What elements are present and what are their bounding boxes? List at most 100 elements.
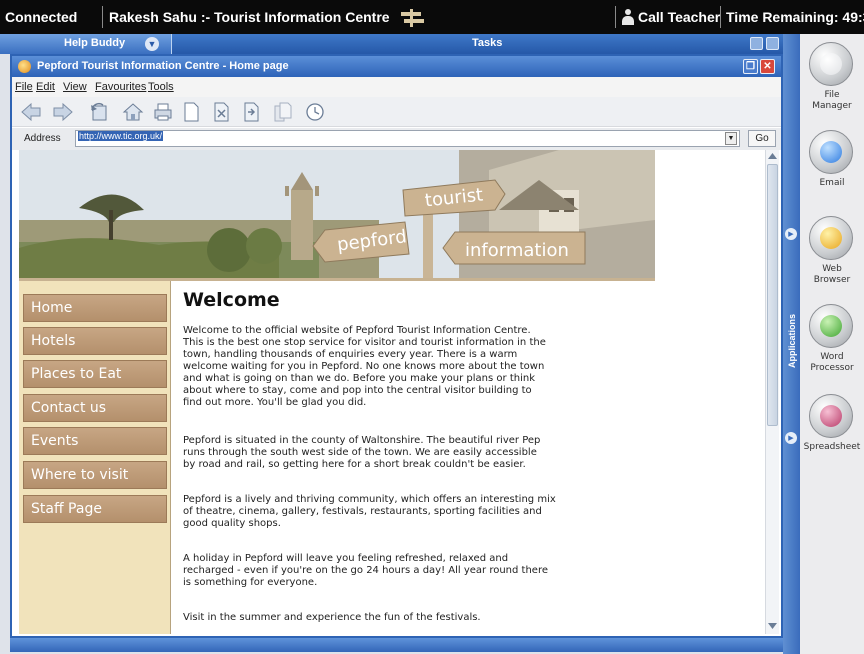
forward-icon[interactable]: [52, 101, 74, 123]
nav-contact-us[interactable]: Contact us: [23, 394, 167, 422]
site-nav: Home Hotels Places to Eat Contact us Eve…: [19, 281, 170, 634]
status-bar: Connected Rakesh Sahu :- Tourist Informa…: [0, 0, 864, 34]
nav-places-to-eat[interactable]: Places to Eat: [23, 360, 167, 388]
header-banner: pepford tourist information: [19, 150, 655, 278]
address-input[interactable]: http://www.tic.org.uk/: [75, 130, 740, 147]
go-button[interactable]: Go: [748, 130, 776, 147]
app-label: Spreadsheet: [803, 442, 861, 452]
applications-panel: File Manager Email Web Browser Word Process…: [800, 34, 864, 654]
back-icon[interactable]: [20, 101, 42, 123]
window-titlebar: Pepford Tourist Information Centre - Hom…: [12, 56, 781, 77]
menu-favourites[interactable]: Favourites: [95, 81, 146, 93]
text-line: A holiday in Pepford will leave you feel…: [183, 553, 509, 564]
word-processor-icon: [809, 304, 853, 348]
window-restore-icon[interactable]: ❐: [743, 59, 758, 74]
copy-page-icon[interactable]: [272, 101, 294, 123]
applications-label: Applications: [787, 313, 797, 368]
text-line: find out more. You'll be glad you did.: [183, 397, 367, 408]
browser-toolbar: [12, 97, 781, 127]
nav-where-to-visit[interactable]: Where to visit: [23, 461, 167, 489]
session-title-text: Rakesh Sahu :- Tourist Information Centr…: [109, 9, 390, 25]
applications-tab[interactable]: Applications: [783, 34, 800, 654]
text-line: about where to stay, come and pop into t…: [183, 385, 532, 396]
nav-staff-page[interactable]: Staff Page: [23, 495, 167, 523]
menu-view[interactable]: View: [63, 81, 87, 93]
text-line: Pepford is situated in the county of Wal…: [183, 435, 541, 446]
scroll-down-icon[interactable]: [768, 623, 777, 629]
app-label: Web Browser: [813, 264, 851, 285]
page-heading: Welcome: [183, 289, 280, 311]
tasks-restore-icon[interactable]: [750, 37, 763, 50]
refresh-icon[interactable]: [88, 101, 110, 123]
print-icon[interactable]: [152, 101, 174, 123]
call-teacher-button[interactable]: Call Teacher: [638, 0, 720, 34]
text-line: recharged - even if you're on the go 24 …: [183, 565, 549, 576]
help-buddy-label: Help Buddy: [64, 37, 126, 49]
file-manager-icon: [809, 42, 853, 86]
address-label: Address: [24, 133, 61, 144]
save-page-icon[interactable]: [240, 101, 262, 123]
nav-events[interactable]: Events: [23, 427, 167, 455]
app-label: File Manager: [812, 90, 852, 111]
page-scrollbar[interactable]: [765, 150, 779, 634]
address-dropdown-icon[interactable]: ▼: [725, 132, 737, 145]
text-line: Visit in the summer and experience the f…: [183, 612, 481, 623]
paragraph-location: Pepford is situated in the county of Wal…: [183, 435, 595, 471]
text-line: by road and rail, so getting here for a …: [183, 459, 526, 470]
nav-hotels[interactable]: Hotels: [23, 327, 167, 355]
window-title: Pepford Tourist Information Centre - Hom…: [37, 60, 289, 72]
paragraph-community: Pepford is a lively and thriving communi…: [183, 494, 595, 530]
help-buddy-tab[interactable]: Help Buddy ▼: [0, 34, 172, 54]
app-label: Email: [819, 178, 845, 188]
teacher-icon: [622, 9, 634, 25]
banner-illustration: pepford tourist information: [19, 150, 655, 278]
expand-arrow-icon[interactable]: ▶: [785, 432, 797, 444]
nav-divider: [170, 281, 171, 634]
browser-globe-icon: [18, 60, 31, 73]
home-icon[interactable]: [122, 101, 144, 123]
nav-home[interactable]: Home: [23, 294, 167, 322]
scroll-up-icon[interactable]: [768, 153, 777, 159]
new-page-icon[interactable]: [180, 101, 202, 123]
app-label: Word Processor: [810, 352, 854, 373]
signpost-icon: [399, 9, 425, 28]
text-line: good quality shops.: [183, 518, 281, 529]
desktop: Connected Rakesh Sahu :- Tourist Informa…: [0, 0, 864, 654]
text-line: is something for everyone.: [183, 577, 318, 588]
menu-edit[interactable]: Edit: [36, 81, 55, 93]
tasks-maximize-icon[interactable]: [766, 37, 779, 50]
browser-window: Pepford Tourist Information Centre - Hom…: [10, 54, 783, 638]
help-buddy-dropdown-icon[interactable]: ▼: [145, 37, 159, 51]
text-line: welcome waiting for you in Pepford. No o…: [183, 361, 545, 372]
text-line: This is the best one stop service for vi…: [183, 337, 546, 348]
tasks-label: Tasks: [472, 37, 503, 49]
expand-arrow-icon[interactable]: ▶: [785, 228, 797, 240]
address-bar: Address http://www.tic.org.uk/ ▼ Go: [12, 128, 781, 150]
text-line: runs through the south west side of the …: [183, 447, 537, 458]
text-line: of theatre, cinema, gallery, festivals, …: [183, 506, 542, 517]
email-icon: [809, 130, 853, 174]
page-viewport: pepford tourist information Home Hotels …: [12, 150, 781, 634]
connection-status: Connected: [5, 9, 78, 25]
history-icon[interactable]: [304, 101, 326, 123]
menu-bar: File Edit View Favourites Tools: [12, 77, 781, 97]
time-remaining: Time Remaining: 49:34: [726, 9, 864, 25]
window-bottom-bar: [10, 638, 783, 652]
sign-information: information: [465, 240, 569, 261]
web-browser-icon: [809, 216, 853, 260]
session-title: Rakesh Sahu :- Tourist Information Centr…: [109, 0, 425, 34]
spreadsheet-icon: [809, 394, 853, 438]
paragraph-holiday: A holiday in Pepford will leave you feel…: [183, 553, 595, 589]
menu-tools[interactable]: Tools: [148, 81, 174, 93]
close-page-icon[interactable]: [210, 101, 232, 123]
paragraph-summer: Visit in the summer and experience the f…: [183, 612, 595, 624]
window-close-icon[interactable]: ✕: [760, 59, 775, 74]
scroll-thumb[interactable]: [767, 164, 778, 426]
task-strip: Help Buddy ▼ Tasks: [0, 34, 800, 54]
paragraph-welcome: Welcome to the official website of Pepfo…: [183, 325, 595, 409]
address-url: http://www.tic.org.uk/: [78, 131, 164, 141]
main-content: Welcome Welcome to the official website …: [180, 281, 600, 634]
text-line: town, handling thousands of enquiries ev…: [183, 349, 518, 360]
menu-file[interactable]: File: [15, 81, 33, 93]
text-line: and what is going on than we do. Before …: [183, 373, 535, 384]
